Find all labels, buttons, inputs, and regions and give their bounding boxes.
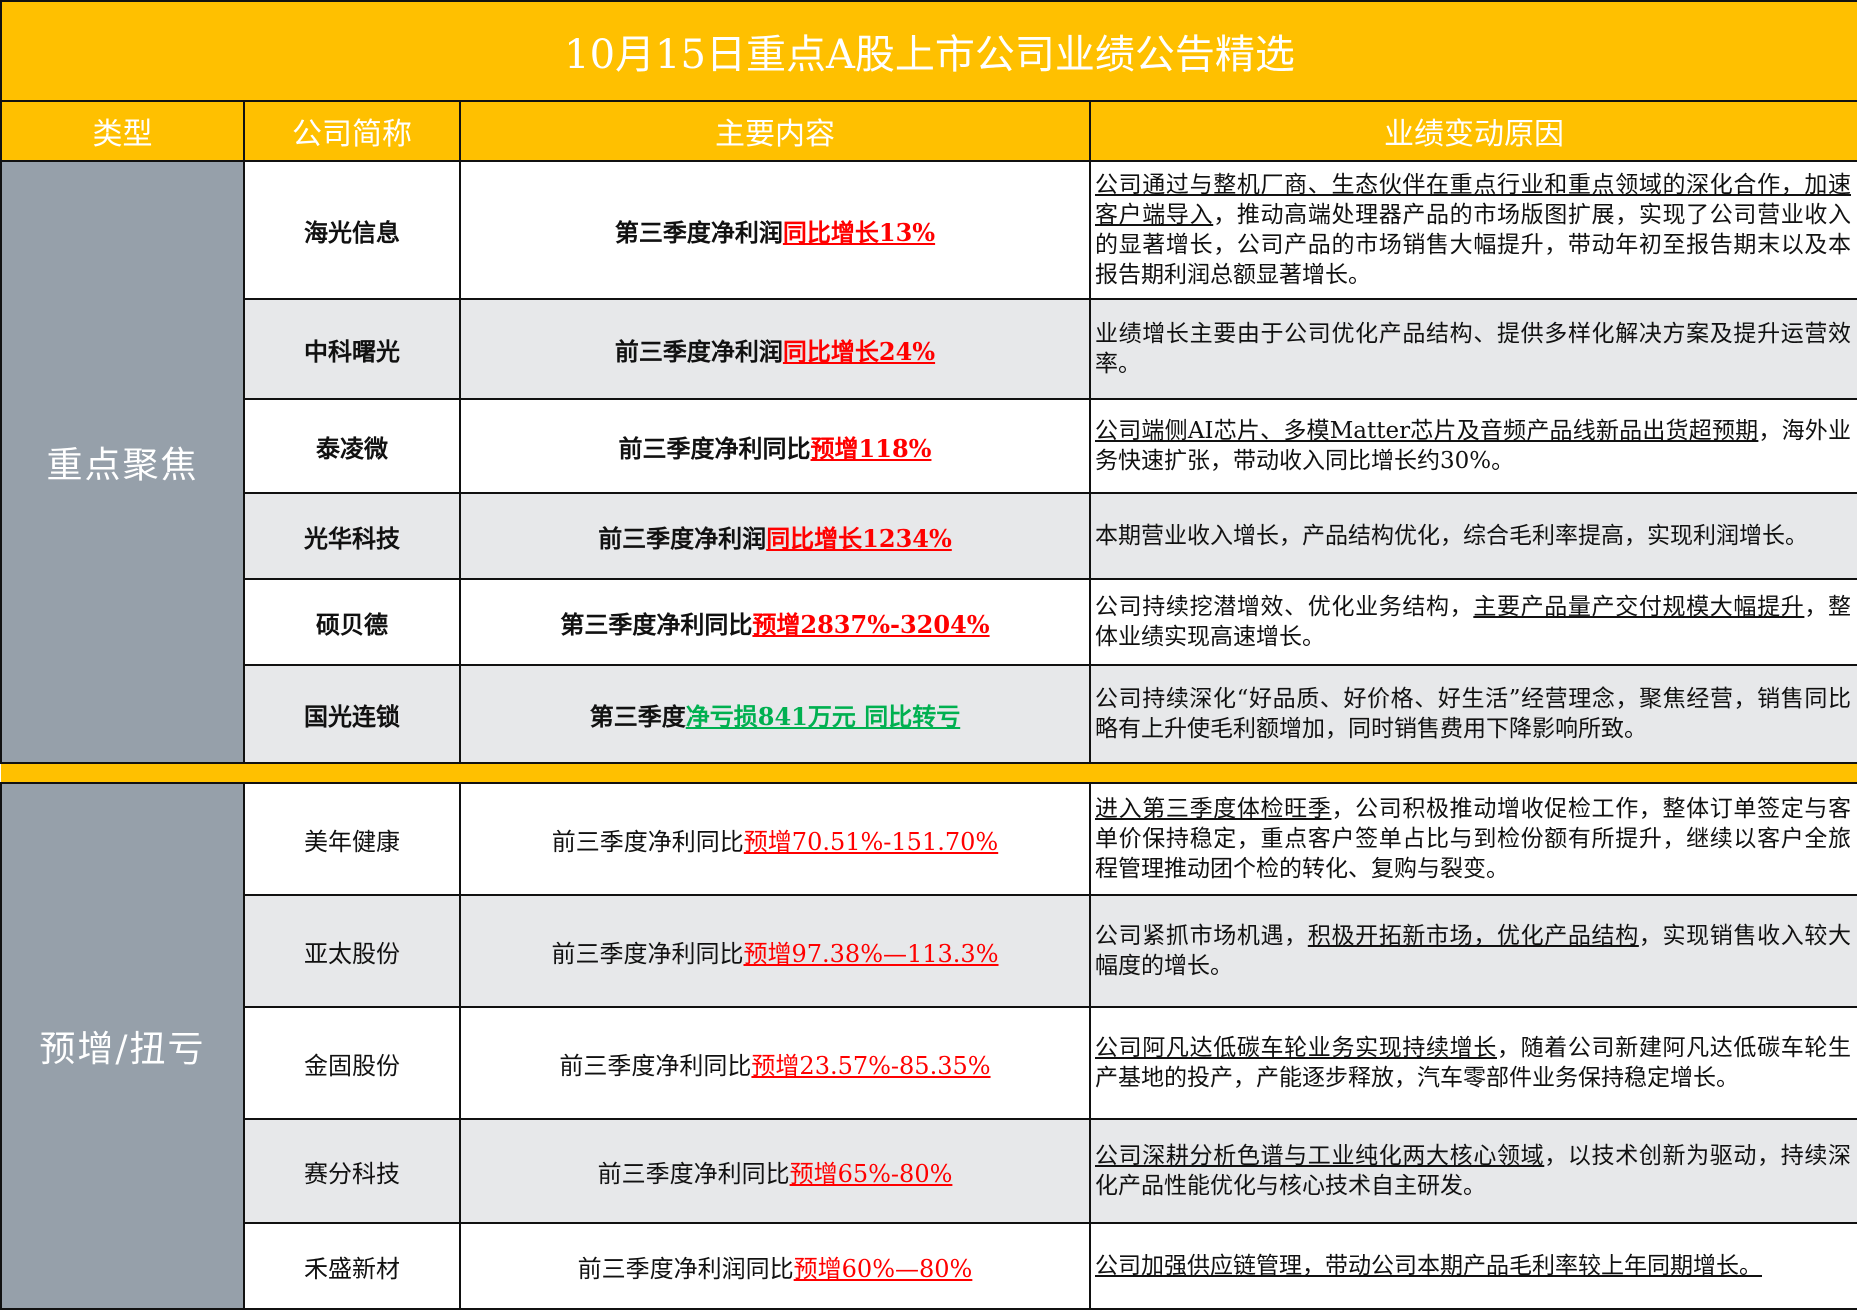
company-name: 硕贝德: [243, 578, 461, 666]
main-text: 前三季度净利润: [598, 523, 767, 553]
reason-segment: 公司持续深化“好品质、好价格、好生活”经营理念，聚焦经营，销售同比略有上升使毛利…: [1095, 686, 1851, 742]
company-name: 金固股份: [243, 1006, 461, 1120]
table-row: 金固股份 前三季度净利同比预增23.57%-85.35% 公司阿凡达低碳车轮业务实现…: [1, 1006, 1857, 1120]
reason-segment: 积极开拓新市场，优化产品结构: [1307, 923, 1639, 949]
table-row: 赛分科技 前三季度净利同比预增65%-80% 公司深耕分析色谱与工业纯化两大核心领域…: [1, 1118, 1857, 1224]
company-name: 禾盛新材: [243, 1222, 461, 1310]
group-separator: [1, 762, 1857, 784]
main-text: 前三季度净利润: [614, 336, 783, 366]
highlight-figure: 同比增长13%: [782, 217, 936, 247]
main-text: 前三季度净利同比: [559, 1051, 752, 1080]
highlight-figure: 预增60%—80%: [793, 1254, 973, 1283]
reason-text: 本期营业收入增长，产品结构优化，综合毛利率提高，实现利润增长。: [1089, 492, 1857, 580]
reason-segment: 进入第三季度体检旺季: [1095, 796, 1332, 822]
main-content: 前三季度净利润同比增长1234%: [459, 492, 1091, 580]
reason-segment: 公司阿凡达低碳车轮业务实现持续增长: [1095, 1035, 1497, 1061]
main-text: 第三季度净利润: [614, 217, 783, 247]
table-row: 预增/扭亏 美年健康 前三季度净利同比预增70.51%-151.70% 进入第三季度体…: [0, 782, 1857, 1310]
main-text: 前三季度净利同比: [551, 827, 744, 856]
table-row: 中科曙光 前三季度净利润同比增长24% 业绩增长主要由于公司优化产品结构、提供多样化…: [1, 298, 1857, 400]
highlight-figure: 预增97.38%—113.3%: [743, 939, 999, 968]
table-row: 国光连锁 第三季度净亏损841万元 同比转亏 公司持续深化“好品质、好价格、好生活”…: [1, 664, 1857, 764]
table-row: 亚太股份 前三季度净利同比预增97.38%—113.3% 公司紧抓市场机遇，积极开拓…: [1, 894, 1857, 1008]
main-content: 前三季度净利润同比增长24%: [459, 298, 1091, 400]
highlight-figure: 预增23.57%-85.35%: [751, 1051, 991, 1080]
main-text: 第三季度净利同比: [560, 609, 753, 639]
reason-text: 公司阿凡达低碳车轮业务实现持续增长，随着公司新建阿凡达低碳车轮生产基地的投产，产…: [1089, 1006, 1857, 1120]
reason-segment: 业绩增长主要由于公司优化产品结构、提供多样化解决方案及提升运营效率。: [1095, 321, 1851, 377]
highlight-figure: 同比增长1234%: [766, 523, 952, 553]
category-cell: 重点聚焦: [0, 160, 245, 764]
earnings-table: 10月15日重点A股上市公司业绩公告精选 类型 公司简称 主要内容 业绩变动原因…: [0, 0, 1857, 1310]
table-row: 泰凌微 前三季度净利同比预增118% 公司端侧AI芯片、多模Matter芯片及音频产…: [1, 398, 1857, 494]
highlight-figure: 同比增长24%: [782, 336, 936, 366]
reason-text: 进入第三季度体检旺季，公司积极推动增收促检工作，整体订单签定与客单价保持稳定，重…: [1089, 782, 1857, 896]
header-type: 类型: [0, 100, 245, 162]
main-content: 第三季度净利同比预增2837%-3204%: [459, 578, 1091, 666]
reason-segment: 公司加强供应链管理，带动公司本期产品毛利率较上年同期增长。: [1095, 1253, 1762, 1279]
highlight-figure: 净亏损841万元 同比转亏: [685, 701, 961, 731]
company-name: 泰凌微: [243, 398, 461, 494]
main-text: 前三季度净利同比: [597, 1159, 790, 1188]
company-name: 中科曙光: [243, 298, 461, 400]
main-content: 第三季度净利润同比增长13%: [459, 160, 1091, 300]
reason-segment: 公司深耕分析色谱与工业纯化两大核心领域: [1095, 1143, 1545, 1169]
company-name: 亚太股份: [243, 894, 461, 1008]
highlight-figure: 预增2837%-3204%: [752, 609, 990, 639]
highlight-figure: 预增70.51%-151.70%: [743, 827, 999, 856]
reason-segment: 本期营业收入增长，产品结构优化，综合毛利率提高，实现利润增长。: [1095, 523, 1808, 549]
company-name: 光华科技: [243, 492, 461, 580]
reason-text: 公司持续挖潜增效、优化业务结构，主要产品量产交付规模大幅提升，整体业绩实现高速增…: [1089, 578, 1857, 666]
reason-text: 公司深耕分析色谱与工业纯化两大核心领域，以技术创新为驱动，持续深化产品性能优化与…: [1089, 1118, 1857, 1224]
header-company: 公司简称: [243, 100, 461, 162]
header-reason: 业绩变动原因: [1089, 100, 1857, 162]
reason-segment: 公司端侧AI芯片、多模Matter芯片及音频产品线新品出货超预期: [1095, 418, 1759, 444]
main-content: 前三季度净利同比预增65%-80%: [459, 1118, 1091, 1224]
company-name: 赛分科技: [243, 1118, 461, 1224]
reason-segment: 主要产品量产交付规模大幅提升: [1473, 594, 1805, 620]
highlight-figure: 预增65%-80%: [789, 1159, 953, 1188]
main-content: 前三季度净利同比预增97.38%—113.3%: [459, 894, 1091, 1008]
main-content: 前三季度净利同比预增70.51%-151.70%: [459, 782, 1091, 896]
reason-segment: 公司持续挖潜增效、优化业务结构，: [1095, 594, 1474, 620]
main-text: 第三季度: [589, 701, 686, 731]
reason-text: 公司加强供应链管理，带动公司本期产品毛利率较上年同期增长。: [1089, 1222, 1857, 1310]
main-text: 前三季度净利同比: [551, 939, 744, 968]
reason-text: 公司端侧AI芯片、多模Matter芯片及音频产品线新品出货超预期，海外业务快速扩…: [1089, 398, 1857, 494]
table-row: 光华科技 前三季度净利润同比增长1234% 本期营业收入增长，产品结构优化，综合毛利…: [1, 492, 1857, 580]
reason-segment: 公司紧抓市场机遇，: [1095, 923, 1308, 949]
main-text: 前三季度净利润同比: [577, 1254, 794, 1283]
highlight-figure: 预增118%: [810, 433, 932, 463]
reason-text: 公司紧抓市场机遇，积极开拓新市场，优化产品结构，实现销售收入较大幅度的增长。: [1089, 894, 1857, 1008]
company-name: 美年健康: [243, 782, 461, 896]
main-content: 前三季度净利同比预增23.57%-85.35%: [459, 1006, 1091, 1120]
category-cell: 预增/扭亏: [0, 782, 245, 1310]
reason-text: 业绩增长主要由于公司优化产品结构、提供多样化解决方案及提升运营效率。: [1089, 298, 1857, 400]
table-title: 10月15日重点A股上市公司业绩公告精选: [0, 0, 1857, 102]
reason-text: 公司通过与整机厂商、生态伙伴在重点行业和重点领域的深化合作，加速客户端导入，推动…: [1089, 160, 1857, 300]
table-row: 重点聚焦 海光信息 第三季度净利润同比增长13% 公司通过与整机厂商、生态伙伴在重点行…: [0, 160, 1857, 764]
company-name: 海光信息: [243, 160, 461, 300]
table-row: 禾盛新材 前三季度净利润同比预增60%—80% 公司加强供应链管理，带动公司本期产品…: [1, 1222, 1857, 1310]
reason-text: 公司持续深化“好品质、好价格、好生活”经营理念，聚焦经营，销售同比略有上升使毛利…: [1089, 664, 1857, 764]
main-text: 前三季度净利同比: [618, 433, 811, 463]
main-content: 第三季度净亏损841万元 同比转亏: [459, 664, 1091, 764]
main-content: 前三季度净利同比预增118%: [459, 398, 1091, 494]
main-content: 前三季度净利润同比预增60%—80%: [459, 1222, 1091, 1310]
header-main-content: 主要内容: [459, 100, 1091, 162]
table-row: 硕贝德 第三季度净利同比预增2837%-3204% 公司持续挖潜增效、优化业务结构，…: [1, 578, 1857, 666]
company-name: 国光连锁: [243, 664, 461, 764]
